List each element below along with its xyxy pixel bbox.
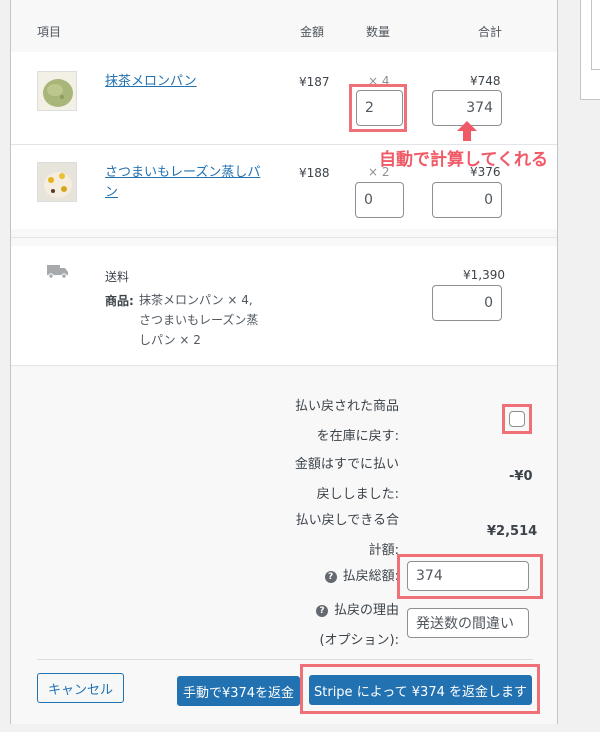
shipping-refund-input[interactable]: 0 (432, 285, 502, 321)
shipping-products: 抹茶メロンパン × 4, さつまいもレーズン蒸 しパン × 2 (139, 290, 258, 350)
refund-amount-label-text: 払戻総額: (342, 569, 399, 584)
refund-panel: 項目 金額 数量 合計 抹茶メロンパン ¥187 × 4 ¥748 2 374 … (10, 0, 558, 724)
item-name-line2: ン (105, 185, 119, 200)
shipping-refund-value: 0 (484, 295, 493, 311)
annotation-text: 自動で計算してくれる (379, 150, 548, 170)
refund-amount-value: 374 (416, 568, 443, 584)
restock-checkbox[interactable] (509, 411, 525, 427)
refund-total-input[interactable]: 0 (432, 182, 502, 218)
refund-reason-input[interactable]: 発送数の間違い (407, 608, 529, 638)
shipping-products-label: 商品: (105, 294, 134, 308)
header-amount: 金額 (300, 25, 325, 39)
manual-refund-button[interactable]: 手動で¥374を返金 (177, 676, 300, 706)
restock-label-line2: を在庫に戻す: (316, 429, 399, 444)
refund-qty-input[interactable]: 2 (356, 90, 403, 126)
header-quantity: 数量 (366, 25, 391, 39)
refund-reason-line2: (オプション): (319, 633, 399, 648)
table-header: 項目 金額 数量 合計 (11, 0, 557, 52)
available-refund-label: 払い戻しできる合 計額: (261, 506, 399, 566)
already-refunded-label: 金額はすでに払い 戻ししました: (261, 450, 399, 510)
refund-qty-value: 0 (364, 192, 373, 208)
shipping-products-line1: 抹茶メロンパン × 4, (139, 293, 253, 307)
refund-qty-input[interactable]: 0 (355, 182, 404, 218)
sweet-potato-bun-icon (37, 162, 77, 202)
item-price: ¥188 (299, 166, 330, 180)
restock-label-line1: 払い戻された商品 (294, 399, 399, 414)
refund-reason-line1: 払戻の理由 (333, 603, 399, 618)
available-refund-line1: 払い戻しできる合 (295, 513, 399, 528)
header-total: 合計 (478, 25, 503, 39)
shipping-products-line3: しパン × 2 (139, 333, 201, 347)
side-panel (580, 0, 600, 100)
matcha-melon-bread-icon (37, 71, 77, 111)
shipping-total: ¥1,390 (463, 268, 505, 282)
up-arrow-icon (457, 121, 477, 141)
help-icon[interactable]: ? (324, 571, 337, 583)
shipping-title: 送料 (105, 270, 130, 284)
refund-total-value: 374 (466, 100, 493, 116)
already-refunded-value: -¥0 (509, 469, 533, 484)
already-refunded-line1: 金額はすでに払い (294, 457, 399, 472)
stripe-refund-button[interactable]: Stripe によって ¥374 を返金します (309, 675, 532, 705)
refund-amount-input[interactable]: 374 (407, 561, 529, 591)
item-line-total: ¥376 (470, 165, 501, 179)
actions-divider (37, 659, 533, 660)
refund-qty-value: 2 (365, 100, 374, 116)
refund-amount-label: ? 払戻総額: (261, 562, 399, 592)
side-panel-inner (591, 0, 600, 70)
row-divider (11, 237, 557, 238)
item-line-total: ¥748 (470, 74, 501, 88)
restock-label: 払い戻された商品 を在庫に戻す: (261, 392, 399, 452)
truck-icon (47, 265, 68, 279)
item-ordered-qty: × 2 (368, 165, 390, 179)
item-name-line1: さつまいもレーズン蒸しパ (105, 165, 261, 180)
available-refund-value: ¥2,514 (487, 524, 538, 539)
refund-reason-value: 発送数の間違い (416, 616, 514, 632)
help-icon[interactable]: ? (315, 605, 328, 617)
item-link-sweet-potato-bun[interactable]: さつまいもレーズン蒸しパ ン (105, 163, 260, 203)
cancel-button[interactable]: キャンセル (37, 673, 124, 703)
shipping-products-line2: さつまいもレーズン蒸 (139, 313, 259, 327)
row-divider (11, 144, 557, 145)
refund-reason-label: ? 払戻の理由 (オプション): (261, 596, 399, 656)
refund-total-value: 0 (484, 192, 493, 208)
item-link-matcha-melon-bread[interactable]: 抹茶メロンパン (105, 72, 197, 92)
item-price: ¥187 (299, 75, 330, 89)
header-item: 項目 (37, 25, 62, 39)
